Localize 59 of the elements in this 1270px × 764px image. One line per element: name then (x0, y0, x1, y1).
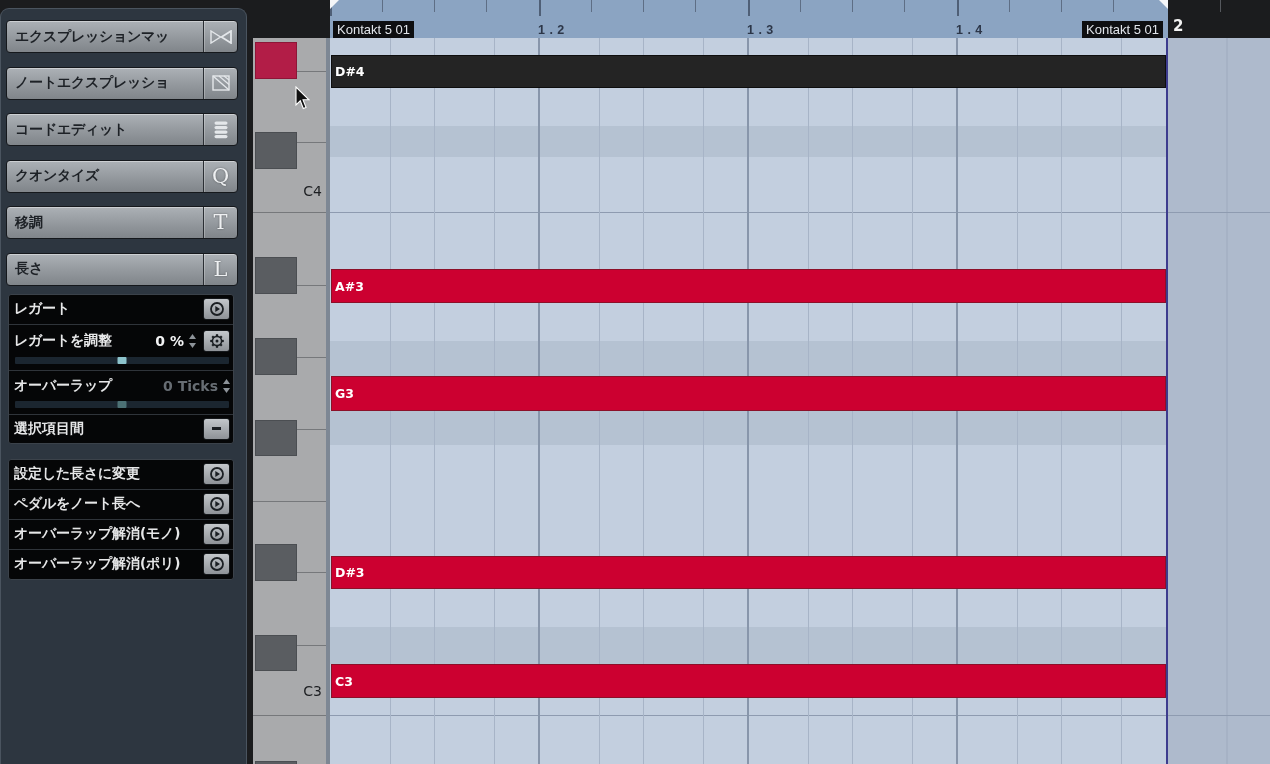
section-button[interactable]: クオンタイズ Q (6, 159, 238, 193)
section-button[interactable]: コードエディット (6, 113, 238, 146)
section-button[interactable]: エクスプレッションマッ (6, 20, 238, 53)
option-label: 設定した長さに変更 (14, 465, 141, 483)
octave-label: C3 (303, 684, 322, 698)
section-button[interactable]: 長さ L (6, 252, 238, 286)
piano-roll-grid[interactable]: D#4 A#3 G3 D#3 C3 (330, 38, 1270, 764)
value-text: 0 Ticks (163, 377, 218, 394)
option-label: ペダルをノート長へ (14, 495, 141, 513)
shortcut-letter: L (213, 258, 228, 280)
note-block[interactable]: G3 (331, 376, 1166, 411)
part-label: Kontakt 5 01 (333, 21, 414, 38)
option-label: オーバーラップ解消(ポリ) (14, 555, 182, 573)
play-button[interactable] (203, 493, 230, 515)
play-icon (209, 557, 224, 571)
gear-icon (208, 332, 225, 349)
minus-button[interactable] (203, 417, 230, 440)
play-icon (209, 527, 224, 541)
value-text: 0 % (155, 332, 184, 349)
play-button[interactable] (203, 298, 230, 320)
slider-track[interactable] (15, 400, 229, 408)
stacked-bars-icon (213, 120, 228, 139)
play-button[interactable] (203, 553, 230, 575)
section-button[interactable]: 移調 T (6, 206, 238, 239)
shortcut-letter: Q (211, 165, 230, 187)
play-icon (209, 467, 224, 481)
slider-track[interactable] (15, 356, 229, 364)
note-block[interactable]: D#4 (331, 55, 1166, 88)
spinner-arrows-icon[interactable] (189, 332, 196, 349)
spinner-arrows-icon[interactable] (223, 377, 230, 394)
play-button[interactable] (203, 463, 230, 485)
beat-label: 1 . 4 (956, 21, 983, 38)
play-icon (209, 497, 224, 511)
triangle-marker-icon[interactable] (330, 0, 339, 9)
triangle-marker-icon[interactable] (1159, 0, 1168, 9)
beat-label: 1 . 2 (538, 21, 565, 38)
bar-number: 2 (1173, 17, 1184, 35)
octave-label: C4 (303, 184, 322, 198)
option-label: レガート (14, 300, 71, 318)
slider-thumb[interactable] (117, 356, 127, 364)
shortcut-letter: T (213, 212, 228, 233)
note-block[interactable]: C3 (331, 664, 1166, 698)
option-label: 選択項目間 (14, 419, 85, 438)
hatched-square-icon (211, 75, 230, 91)
cursor-icon (295, 86, 310, 110)
option-label: レガートを調整 (14, 331, 113, 350)
gear-button[interactable] (203, 329, 230, 352)
play-button[interactable] (203, 523, 230, 545)
play-icon (209, 302, 224, 316)
note-block[interactable]: D#3 (331, 556, 1166, 589)
note-block[interactable]: A#3 (331, 269, 1166, 303)
section-button[interactable]: ノートエクスプレッショ (6, 66, 238, 100)
bowtie-icon (209, 29, 232, 44)
part-label: Kontakt 5 01 (1082, 21, 1163, 38)
timeline-ruler[interactable]: Kontakt 5 01 1 . 2 1 . 3 1 . 4 Kontakt 5 01 (330, 0, 1168, 38)
option-label: オーバーラップ解消(モノ) (14, 525, 182, 543)
beat-label: 1 . 3 (747, 21, 774, 38)
option-label: オーバーラップ (14, 376, 114, 395)
minus-icon (212, 427, 221, 430)
